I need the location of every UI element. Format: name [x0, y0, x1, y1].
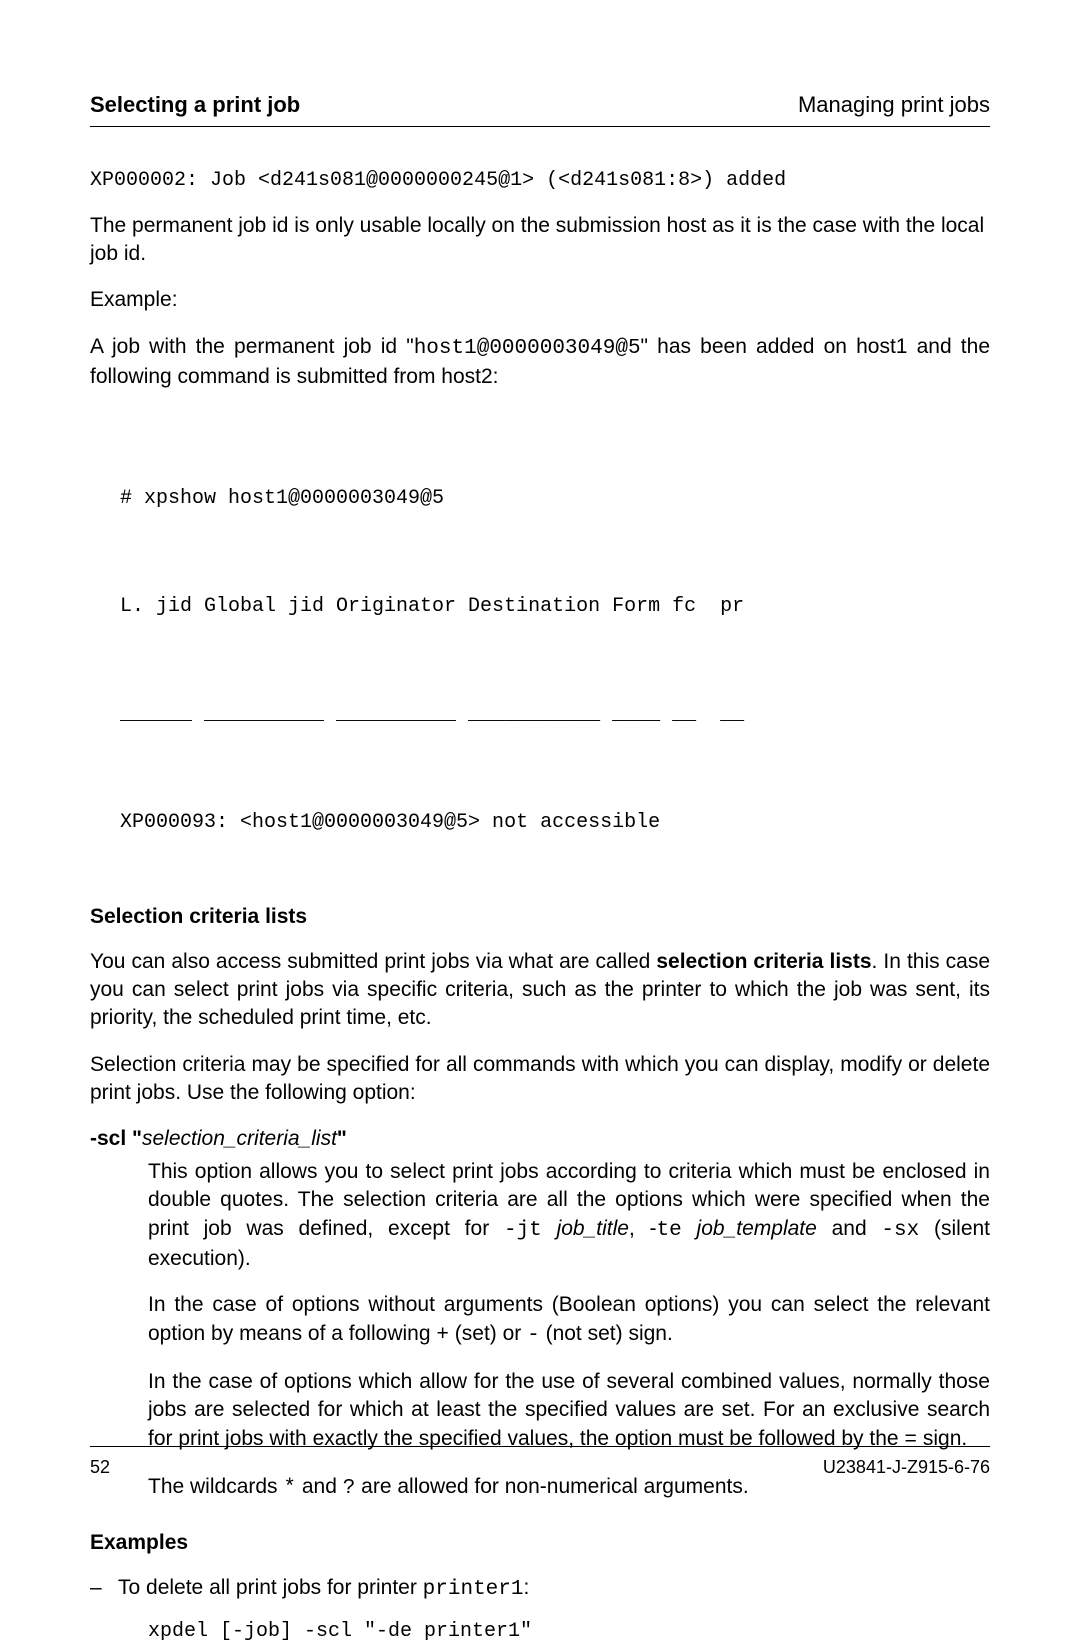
- page-footer: 52 U23841-J-Z915-6-76: [90, 1446, 990, 1479]
- text: (set) or: [449, 1322, 527, 1345]
- scl-option-line: -scl "selection_criteria_list": [90, 1125, 990, 1153]
- text: , -: [629, 1217, 657, 1240]
- code-inline-hostid: host1@0000003049@5: [414, 337, 641, 360]
- header-right: Managing print jobs: [798, 90, 990, 120]
- example-bullet-1: – To delete all print jobs for printer p…: [90, 1574, 990, 1604]
- scl-desc-3: In the case of options which allow for t…: [148, 1368, 990, 1455]
- bold-selection-criteria-lists: selection criteria lists: [656, 950, 871, 973]
- text: (not set) sign.: [540, 1322, 673, 1345]
- italic-job-title: job_title: [557, 1217, 629, 1240]
- scl-desc-1: This option allows you to select print j…: [148, 1158, 990, 1273]
- scl-arg: selection_criteria_list: [142, 1127, 337, 1150]
- example-label: Example:: [90, 286, 990, 314]
- text: To delete all print jobs for printer: [118, 1576, 423, 1599]
- page-header: Selecting a print job Managing print job…: [90, 90, 990, 127]
- code-block-xpshow: # xpshow host1@0000003049@5 L. jid Globa…: [120, 409, 990, 877]
- para-example-intro: A job with the permanent job id "host1@0…: [90, 333, 990, 392]
- code-jt: -jt: [504, 1219, 542, 1242]
- header-left: Selecting a print job: [90, 90, 300, 120]
- text: In the case of options which allow for t…: [148, 1370, 990, 1450]
- scl-desc-2: In the case of options without arguments…: [148, 1291, 990, 1350]
- code-line: L. jid Global jid Originator Destination…: [120, 589, 990, 625]
- code-line: XP000093: <host1@0000003049@5> not acces…: [120, 805, 990, 841]
- code-line: # xpshow host1@0000003049@5: [120, 481, 990, 517]
- open-quote: ": [126, 1127, 142, 1150]
- code-qmark: ?: [343, 1477, 356, 1500]
- code-printer1: printer1: [423, 1578, 524, 1601]
- code-te: te: [657, 1219, 682, 1242]
- close-quote: ": [337, 1127, 347, 1150]
- code-sx: -sx: [881, 1219, 919, 1242]
- example-command-1: xpdel [-job] -scl "-de printer1": [148, 1618, 990, 1645]
- para-permanent-jobid: The permanent job id is only usable loca…: [90, 212, 990, 269]
- text: A job with the permanent job id ": [90, 335, 414, 358]
- code-minus: -: [527, 1324, 540, 1347]
- code-line: ______ __________ __________ ___________…: [120, 697, 990, 733]
- heading-selection-criteria: Selection criteria lists: [90, 903, 990, 931]
- example-text: To delete all print jobs for printer pri…: [118, 1574, 990, 1604]
- para-selection-1: You can also access submitted print jobs…: [90, 948, 990, 1033]
- doc-id: U23841-J-Z915-6-76: [823, 1455, 990, 1479]
- heading-examples: Examples: [90, 1529, 990, 1557]
- para-selection-2: Selection criteria may be specified for …: [90, 1051, 990, 1108]
- text: and: [817, 1217, 882, 1240]
- bullet-dash-icon: –: [90, 1574, 118, 1604]
- page-number: 52: [90, 1455, 110, 1479]
- text: :: [523, 1576, 529, 1599]
- scl-flag: -scl: [90, 1127, 126, 1150]
- text: You can also access submitted print jobs…: [90, 950, 656, 973]
- code-star: *: [283, 1477, 296, 1500]
- code-plus: +: [436, 1324, 449, 1347]
- output-line-1: XP000002: Job <d241s081@0000000245@1> (<…: [90, 167, 990, 194]
- italic-job-template: job_template: [682, 1217, 817, 1240]
